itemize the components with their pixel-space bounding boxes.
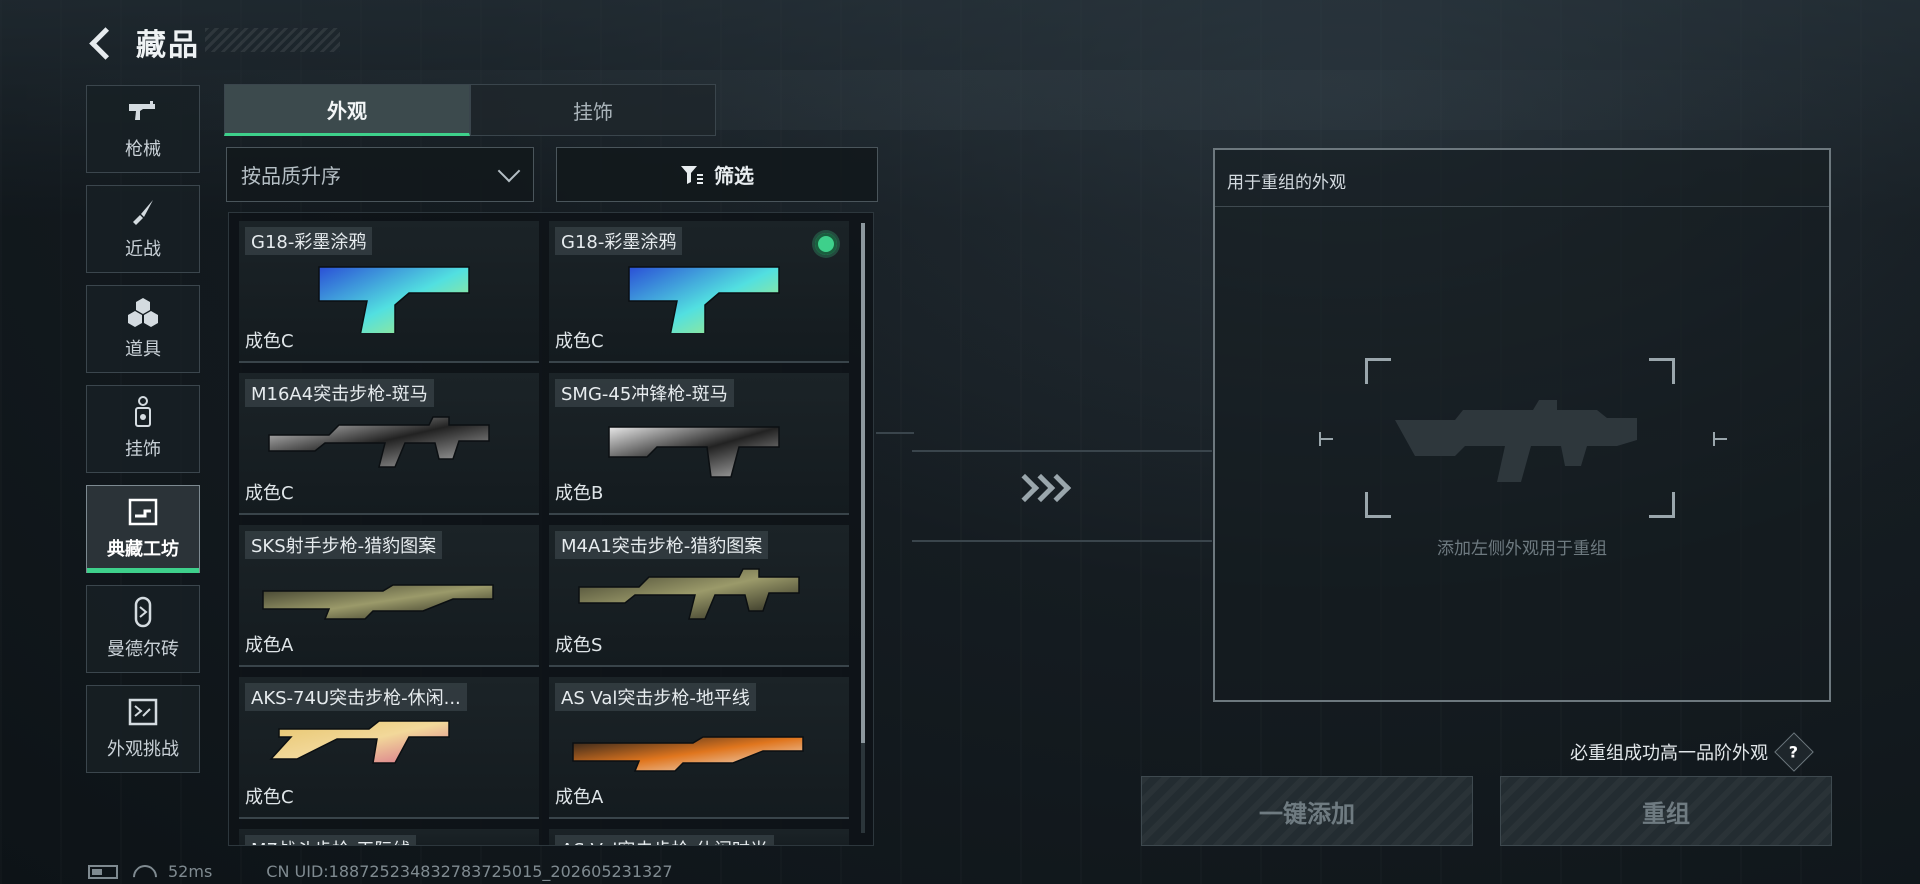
filter-icon [681,165,703,184]
charm-icon [126,396,160,427]
sort-label: 按品质升序 [241,164,341,188]
scrollbar-thumb[interactable] [861,223,865,743]
add-all-button[interactable]: 一键添加 [1141,776,1473,846]
frame-tick-left [1319,432,1333,446]
selected-indicator-icon [815,233,837,255]
page-title: 藏品 [136,28,200,63]
skin-card[interactable]: AKS-74U突击步枪-休闲... 成色C [239,677,539,819]
tab-bar: 外观 挂饰 [224,84,716,136]
skin-card[interactable]: SMG-45冲锋枪-斑马成色B [549,373,849,515]
skin-card[interactable]: SKS射手步枪-猎豹图案成色A [239,525,539,667]
workshop-icon [126,497,160,527]
skin-name: G18-彩墨涂鸦 [245,227,373,255]
sidebar-item-melee[interactable]: 近战 [86,185,200,273]
panel-divider [1215,206,1829,207]
skin-grade: 成色A [555,787,604,808]
skin-grade: 成色C [245,483,294,504]
weapon-skin-image [262,584,494,620]
skin-card[interactable]: M4A1突击步枪-猎豹图案成色S [549,525,849,667]
frame-tick-right [1713,432,1727,446]
skin-name: SMG-45冲锋枪-斑马 [555,379,734,407]
skin-card[interactable]: G18-彩墨涂鸦成色C [549,221,849,363]
status-bar: 52ms CN UID:188725234832783725015_202605… [88,862,673,881]
sidebar-item-charms[interactable]: 挂饰 [86,385,200,473]
brick-icon [126,596,160,628]
weapon-skin-image [628,266,780,333]
weapon-skin-image [572,736,804,772]
weapon-skin-image [268,416,490,468]
header: 藏品 [88,20,200,64]
connector-line [876,432,914,434]
sidebar-item-skin-challenge[interactable]: 外观挑战 [86,685,200,773]
weapon-skin-image [578,568,800,620]
skin-grade: 成色B [555,483,604,504]
empty-slot[interactable] [1365,358,1675,518]
tab-appearance[interactable]: 外观 [224,84,470,136]
weapon-skin-image [608,426,780,478]
pistol-icon [126,97,160,127]
question-icon[interactable]: ? [1774,732,1814,772]
skin-grade: 成色S [555,635,603,656]
skin-name: AS Val突击步枪-地平线 [555,683,756,711]
battery-icon [88,864,118,879]
connector-line [912,450,1212,452]
sort-dropdown[interactable]: 按品质升序 [226,147,534,202]
skin-name: AS Val突击步枪-休闲时光 [555,835,774,845]
sidebar-item-guns[interactable]: 枪械 [86,85,200,173]
weapon-skin-image [269,720,450,764]
chevron-right-icon [1010,473,1072,503]
skin-card[interactable]: M16A4突击步枪-斑马成色C [239,373,539,515]
skin-grid[interactable]: M7战斗步枪-天际线 AS Val突击步枪-休闲时光 G18-彩墨涂鸦成色CG1… [228,212,874,846]
sidebar-item-items[interactable]: 道具 [86,285,200,373]
tab-charms[interactable]: 挂饰 [470,84,716,136]
knife-icon [126,197,160,227]
wifi-icon [132,864,154,880]
skin-card[interactable]: G18-彩墨涂鸦成色C [239,221,539,363]
skin-grid-items: M7战斗步枪-天际线 AS Val突击步枪-休闲时光 G18-彩墨涂鸦成色CG1… [239,221,849,845]
panel-hint: 添加左侧外观用于重组 [1437,539,1607,559]
sidebar-item-workshop[interactable]: 典藏工坊 [86,485,200,573]
skin-name: M7战斗步枪-天际线 [245,835,417,845]
note-text: 必重组成功高一品阶外观 [1570,743,1768,764]
skin-card[interactable]: AS Val突击步枪-休闲时光 [549,829,849,845]
recombine-button[interactable]: 重组 [1500,776,1832,846]
filter-label: 筛选 [714,164,754,188]
sidebar-item-mandel-brick[interactable]: 曼德尔砖 [86,585,200,673]
ping-text: 52ms [168,862,213,881]
skin-name: AKS-74U突击步枪-休闲... [245,683,467,711]
chevron-down-icon [497,159,521,182]
skin-card[interactable]: M7战斗步枪-天际线 [239,829,539,845]
skin-name: G18-彩墨涂鸦 [555,227,683,255]
rifle-placeholder-icon [1395,400,1637,482]
recombine-note: 必重组成功高一品阶外观 ? [1570,732,1814,772]
grid-scrollbar[interactable] [861,223,865,833]
skin-grade: 成色C [555,331,604,352]
back-arrow-icon[interactable] [88,27,118,57]
skin-name: M4A1突击步枪-猎豹图案 [555,531,769,559]
grenade-icon [126,297,160,327]
recombine-panel: 用于重组的外观 添加左侧外观用于重组 [1213,148,1831,702]
skin-name: SKS射手步枪-猎豹图案 [245,531,443,559]
uid-text: CN UID:188725234832783725015_20260523132… [266,862,673,881]
skin-grade: 成色A [245,635,294,656]
connector-line [912,540,1212,542]
title-decoration [205,28,340,52]
skin-card[interactable]: AS Val突击步枪-地平线成色A [549,677,849,819]
challenge-icon [126,697,160,727]
sidebar: 枪械 近战 道具 挂饰 典藏工坊 曼德尔砖 外观挑战 [86,85,200,785]
filter-button[interactable]: 筛选 [556,147,878,202]
skin-grade: 成色C [245,787,294,808]
weapon-skin-image [318,266,470,333]
panel-title: 用于重组的外观 [1227,173,1346,193]
skin-grade: 成色C [245,331,294,352]
skin-name: M16A4突击步枪-斑马 [245,379,434,407]
